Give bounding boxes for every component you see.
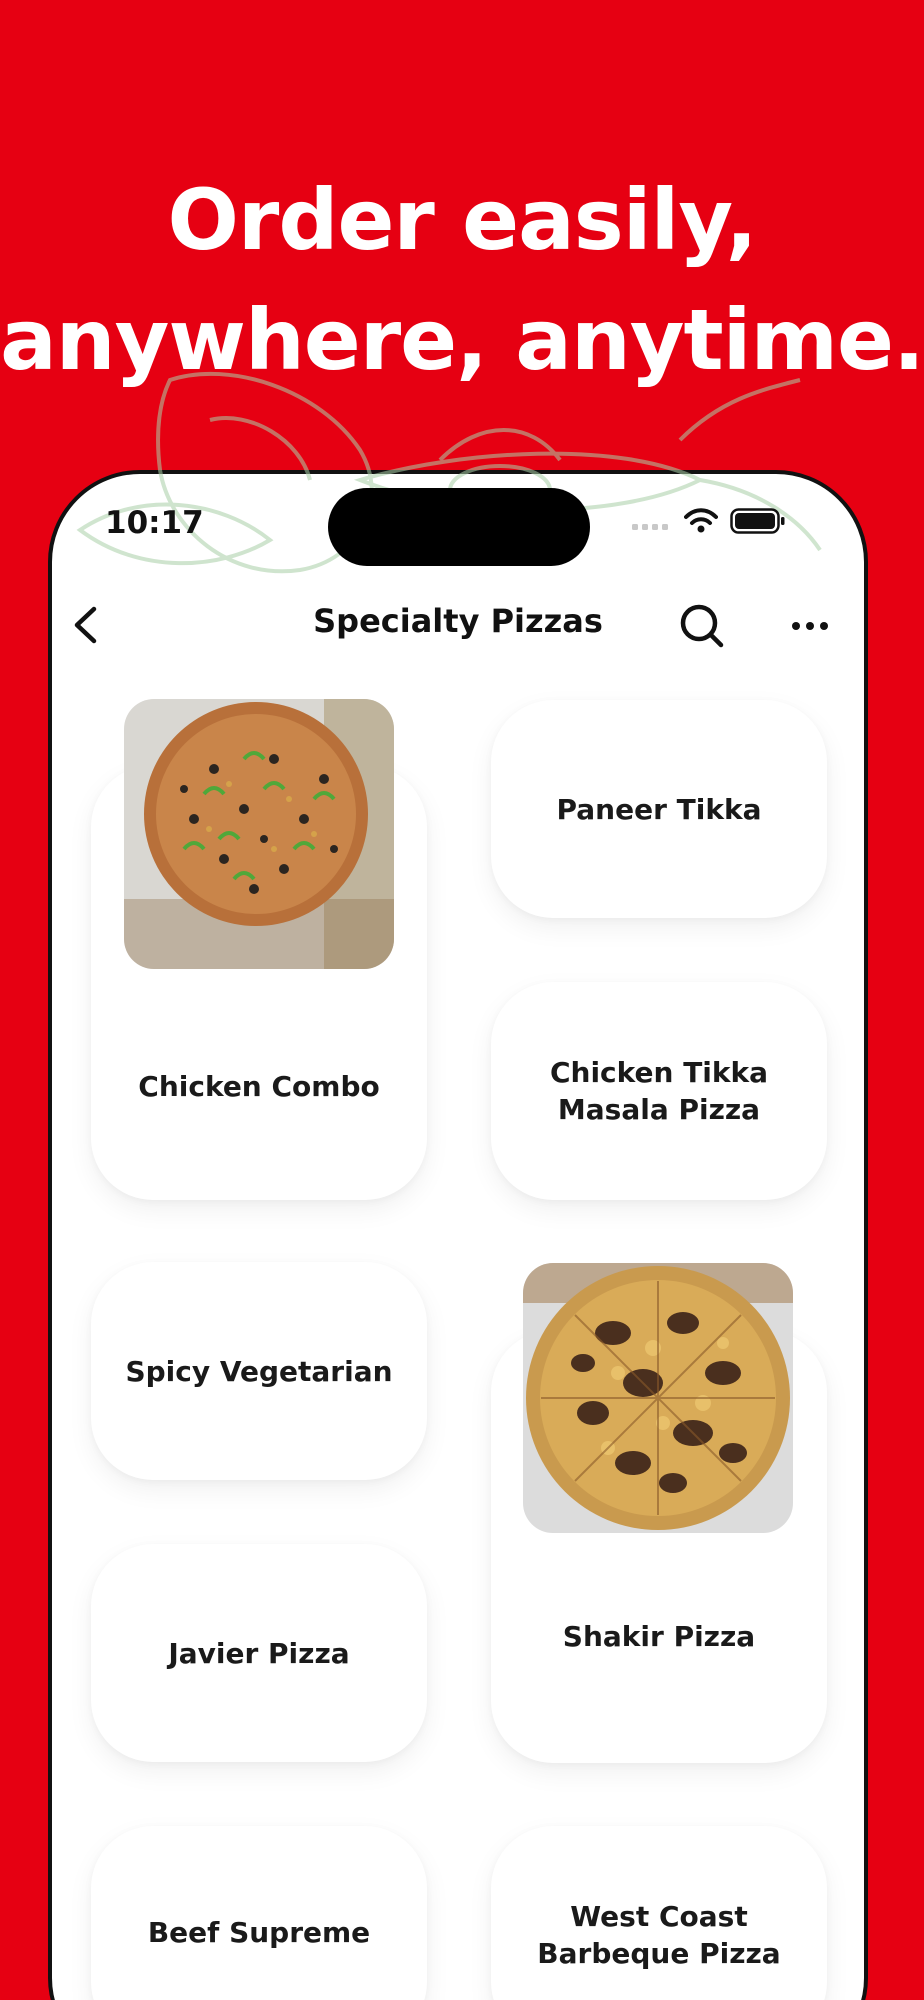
wifi-icon xyxy=(684,508,718,533)
menu-item-card[interactable]: Javier Pizza xyxy=(91,1544,427,1762)
headline-line-1: Order easily, xyxy=(167,171,758,269)
search-icon[interactable] xyxy=(674,598,730,654)
menu-item-card[interactable]: Paneer Tikka xyxy=(491,700,827,918)
menu-item-label: Beef Supreme xyxy=(147,1916,371,1949)
menu-item-label: Chicken Tikka Masala Pizza xyxy=(549,1056,769,1126)
status-bar-icons xyxy=(632,508,786,534)
pizza-image xyxy=(124,699,394,969)
menu-item-label: Paneer Tikka xyxy=(556,792,762,826)
menu-item-label: Shakir Pizza xyxy=(562,1620,756,1653)
menu-item-label: Chicken Combo xyxy=(138,1070,380,1103)
status-bar-time: 10:17 xyxy=(105,505,204,541)
cellular-signal-icon xyxy=(632,524,668,530)
menu-item-card[interactable]: Chicken Tikka Masala Pizza xyxy=(491,982,827,1200)
menu-item-photo-shakir-pizza[interactable] xyxy=(523,1263,793,1533)
dynamic-island xyxy=(328,488,590,566)
menu-item-photo-chicken-combo[interactable] xyxy=(124,699,394,969)
menu-item-label: Spicy Vegetarian xyxy=(125,1354,393,1388)
menu-item-label: West Coast Barbeque Pizza xyxy=(537,1900,781,1970)
navigation-bar: Specialty Pizzas xyxy=(52,590,864,660)
battery-icon xyxy=(730,508,785,534)
more-options-icon[interactable] xyxy=(782,598,838,654)
menu-item-card[interactable]: Spicy Vegetarian xyxy=(91,1262,427,1480)
menu-item-card[interactable]: Beef Supreme xyxy=(91,1826,427,2000)
page-title: Specialty Pizzas xyxy=(313,602,603,640)
pizza-image xyxy=(523,1263,793,1533)
menu-item-card[interactable]: West Coast Barbeque Pizza xyxy=(491,1826,827,2000)
menu-item-label: Javier Pizza xyxy=(168,1636,350,1670)
